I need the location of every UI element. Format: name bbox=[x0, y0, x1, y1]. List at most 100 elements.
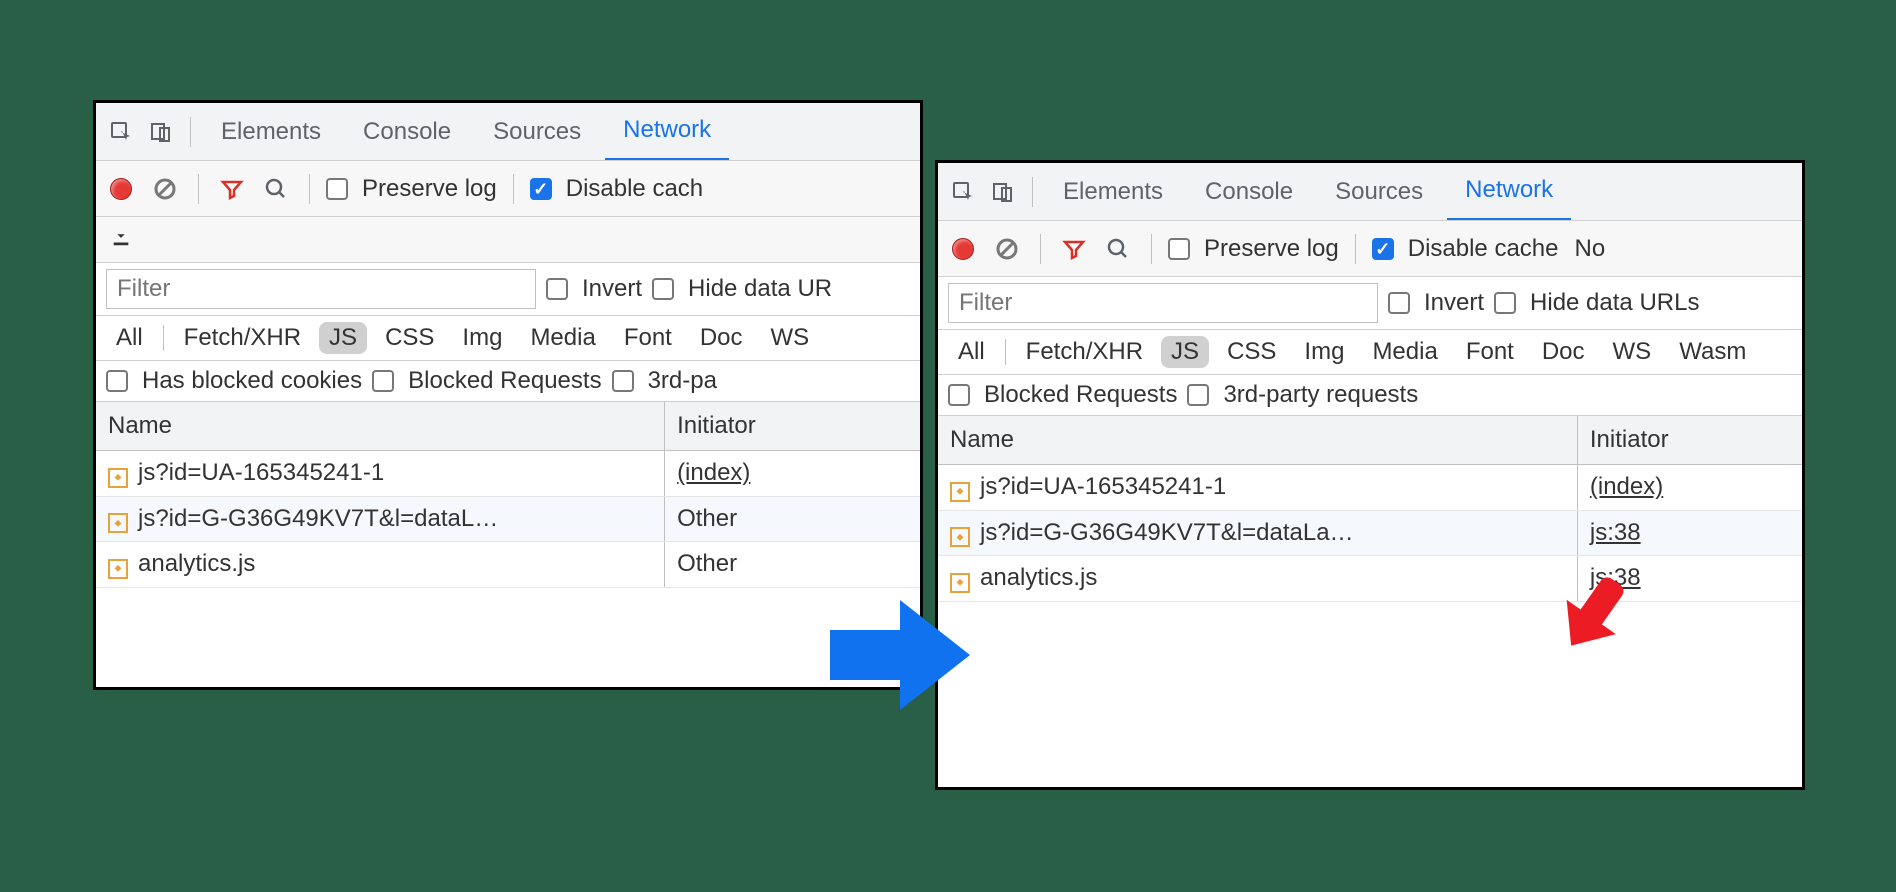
type-font[interactable]: Font bbox=[614, 322, 682, 354]
preserve-log-checkbox[interactable] bbox=[1168, 238, 1190, 260]
tab-console[interactable]: Console bbox=[1187, 163, 1311, 221]
invert-checkbox[interactable] bbox=[546, 278, 568, 300]
js-file-icon: ⬥ bbox=[950, 573, 970, 593]
type-img[interactable]: Img bbox=[452, 322, 512, 354]
hide-data-urls-label: Hide data UR bbox=[688, 275, 832, 303]
type-ws[interactable]: WS bbox=[1603, 336, 1662, 368]
col-initiator[interactable]: Initiator bbox=[665, 402, 920, 451]
tab-elements[interactable]: Elements bbox=[203, 103, 339, 161]
request-name-cell[interactable]: ⬥analytics.js bbox=[96, 542, 665, 588]
download-har-icon[interactable] bbox=[104, 220, 138, 254]
tab-elements[interactable]: Elements bbox=[1045, 163, 1181, 221]
type-all[interactable]: All bbox=[106, 322, 153, 354]
initiator-cell[interactable]: (index) bbox=[1577, 465, 1802, 511]
table-row[interactable]: ⬥analytics.jsOther bbox=[96, 542, 920, 588]
filter-row: Invert Hide data UR bbox=[96, 263, 920, 316]
tab-network[interactable]: Network bbox=[1447, 163, 1571, 221]
divider bbox=[1005, 339, 1006, 365]
type-css[interactable]: CSS bbox=[1217, 336, 1286, 368]
device-toggle-icon[interactable] bbox=[986, 175, 1020, 209]
table-row[interactable]: ⬥js?id=G-G36G49KV7T&l=dataL…Other bbox=[96, 496, 920, 542]
request-name: analytics.js bbox=[980, 564, 1097, 591]
search-icon[interactable] bbox=[1101, 232, 1135, 266]
type-doc[interactable]: Doc bbox=[690, 322, 753, 354]
inspect-icon[interactable] bbox=[104, 115, 138, 149]
divider bbox=[1032, 177, 1033, 207]
type-fetch-xhr[interactable]: Fetch/XHR bbox=[1016, 336, 1153, 368]
third-party-checkbox[interactable] bbox=[612, 370, 634, 392]
devtools-tabbar: Elements Console Sources Network bbox=[938, 163, 1802, 221]
type-wasm[interactable]: Wasm bbox=[1669, 336, 1756, 368]
hide-data-urls-checkbox[interactable] bbox=[652, 278, 674, 300]
inspect-icon[interactable] bbox=[946, 175, 980, 209]
divider bbox=[1040, 234, 1041, 264]
table-row[interactable]: ⬥js?id=UA-165345241-1 (index) bbox=[938, 465, 1802, 511]
type-filter-row: All Fetch/XHR JS CSS Img Media Font Doc … bbox=[938, 330, 1802, 375]
tab-network[interactable]: Network bbox=[605, 103, 729, 161]
extra-filters-row: Blocked Requests 3rd-party requests bbox=[938, 375, 1802, 416]
request-name-cell[interactable]: ⬥ analytics.js bbox=[938, 556, 1577, 602]
disable-cache-label: Disable cache bbox=[1408, 235, 1559, 263]
third-party-checkbox[interactable] bbox=[1187, 384, 1209, 406]
type-filter-row: All Fetch/XHR JS CSS Img Media Font Doc … bbox=[96, 316, 920, 361]
initiator-cell[interactable]: Other bbox=[665, 496, 920, 542]
table-row[interactable]: ⬥js?id=UA-165345241-1 (index) bbox=[96, 451, 920, 497]
request-name-cell[interactable]: ⬥js?id=UA-165345241-1 bbox=[96, 451, 665, 497]
col-name[interactable]: Name bbox=[96, 402, 665, 451]
type-doc[interactable]: Doc bbox=[1532, 336, 1595, 368]
tab-sources[interactable]: Sources bbox=[1317, 163, 1441, 221]
filter-input[interactable] bbox=[106, 269, 536, 309]
invert-checkbox[interactable] bbox=[1388, 292, 1410, 314]
initiator-cell[interactable]: Other bbox=[665, 542, 920, 588]
type-img[interactable]: Img bbox=[1294, 336, 1354, 368]
devtools-tabbar: Elements Console Sources Network bbox=[96, 103, 920, 161]
initiator-link[interactable]: (index) bbox=[677, 459, 750, 486]
initiator-link[interactable]: (index) bbox=[1590, 473, 1663, 500]
col-name[interactable]: Name bbox=[938, 416, 1577, 465]
request-name: analytics.js bbox=[138, 550, 255, 577]
type-css[interactable]: CSS bbox=[375, 322, 444, 354]
type-js[interactable]: JS bbox=[319, 322, 367, 354]
divider bbox=[163, 325, 164, 351]
initiator-cell[interactable]: js:38 bbox=[1577, 510, 1802, 556]
disable-cache-checkbox[interactable] bbox=[530, 178, 552, 200]
table-row[interactable]: ⬥analytics.jsjs:38 bbox=[938, 556, 1802, 602]
col-initiator[interactable]: Initiator bbox=[1577, 416, 1802, 465]
type-fetch-xhr[interactable]: Fetch/XHR bbox=[174, 322, 311, 354]
blocked-requests-label: Blocked Requests bbox=[984, 381, 1177, 409]
type-font[interactable]: Font bbox=[1456, 336, 1524, 368]
request-name-cell[interactable]: ⬥js?id=G-G36G49KV7T&l=dataLa… bbox=[938, 510, 1577, 556]
type-media[interactable]: Media bbox=[1362, 336, 1447, 368]
toolbar-overflow-label: No bbox=[1574, 235, 1605, 263]
clear-icon[interactable] bbox=[148, 172, 182, 206]
filter-icon[interactable] bbox=[1057, 232, 1091, 266]
divider bbox=[1151, 234, 1152, 264]
blocked-requests-checkbox[interactable] bbox=[372, 370, 394, 392]
blocked-requests-checkbox[interactable] bbox=[948, 384, 970, 406]
hide-data-urls-checkbox[interactable] bbox=[1494, 292, 1516, 314]
type-ws[interactable]: WS bbox=[761, 322, 820, 354]
initiator-link[interactable]: js:38 bbox=[1590, 519, 1641, 546]
filter-icon[interactable] bbox=[215, 172, 249, 206]
blocked-cookies-checkbox[interactable] bbox=[106, 370, 128, 392]
request-name-cell[interactable]: ⬥js?id=UA-165345241-1 bbox=[938, 465, 1577, 511]
tab-console[interactable]: Console bbox=[345, 103, 469, 161]
disable-cache-checkbox[interactable] bbox=[1372, 238, 1394, 260]
record-button[interactable] bbox=[104, 172, 138, 206]
device-toggle-icon[interactable] bbox=[144, 115, 178, 149]
initiator-cell[interactable]: (index) bbox=[665, 451, 920, 497]
divider bbox=[309, 174, 310, 204]
filter-input[interactable] bbox=[948, 283, 1378, 323]
search-icon[interactable] bbox=[259, 172, 293, 206]
table-row[interactable]: ⬥js?id=G-G36G49KV7T&l=dataLa… js:38 bbox=[938, 510, 1802, 556]
type-all[interactable]: All bbox=[948, 336, 995, 368]
record-button[interactable] bbox=[946, 232, 980, 266]
tab-sources[interactable]: Sources bbox=[475, 103, 599, 161]
request-name-cell[interactable]: ⬥js?id=G-G36G49KV7T&l=dataL… bbox=[96, 496, 665, 542]
preserve-log-label: Preserve log bbox=[1204, 235, 1339, 263]
preserve-log-checkbox[interactable] bbox=[326, 178, 348, 200]
clear-icon[interactable] bbox=[990, 232, 1024, 266]
js-file-icon: ⬥ bbox=[950, 527, 970, 547]
type-media[interactable]: Media bbox=[520, 322, 605, 354]
type-js[interactable]: JS bbox=[1161, 336, 1209, 368]
